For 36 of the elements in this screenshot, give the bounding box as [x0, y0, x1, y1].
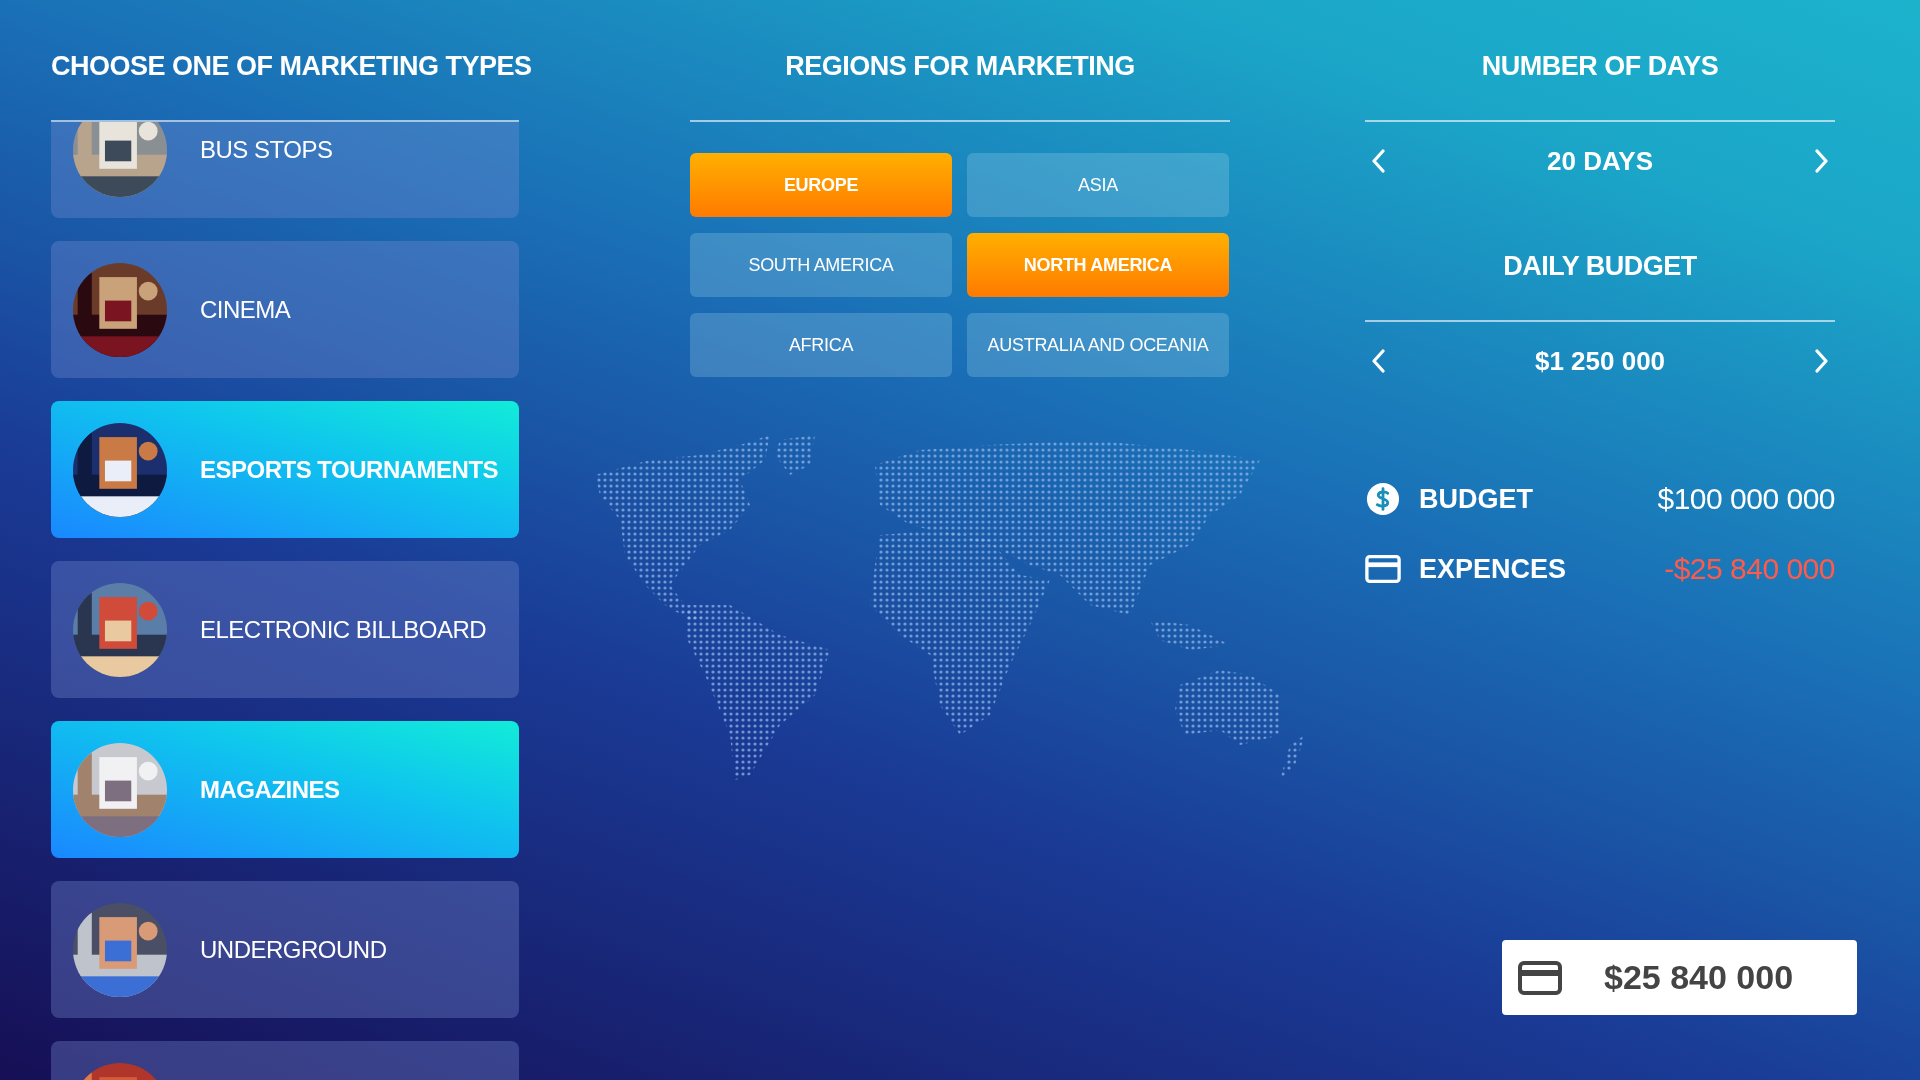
marketing-type-label: BUS STOPS	[200, 135, 333, 164]
section-title: DAILY BUDGET	[1503, 250, 1697, 283]
marketing-type-card[interactable]: MAGAZINES	[51, 721, 519, 858]
section-title: REGIONS FOR MARKETING	[785, 50, 1135, 83]
stepper-value: $1 250 000	[1534, 345, 1666, 377]
summary-label: BUDGET	[1419, 483, 1533, 515]
region-button[interactable]: ASIA	[967, 153, 1229, 217]
marketing-type-card[interactable]: ESPORTS TOURNAMENTS	[51, 401, 519, 538]
section-title: NUMBER OF DAYS	[1481, 50, 1719, 83]
dollar-icon	[1365, 482, 1401, 516]
summary-value: -$25 840 000	[1664, 552, 1835, 586]
region-button[interactable]: SOUTH AMERICA	[690, 233, 952, 297]
marketing-type-card[interactable]: CINEMA	[51, 241, 519, 378]
marketing-type-label: ELECTRONIC BILLBOARD	[200, 615, 487, 644]
next-button[interactable]	[1815, 349, 1829, 373]
region-button[interactable]: NORTH AMERICA	[967, 233, 1229, 297]
previous-button[interactable]	[1371, 149, 1385, 173]
marketing-type-card[interactable]: ELECTRONIC BILLBOARD	[51, 561, 519, 698]
region-button[interactable]: AFRICA	[690, 313, 952, 377]
section-title: CHOOSE ONE OF MARKETING TYPES	[51, 50, 532, 83]
summary-label: EXPENCES	[1419, 553, 1567, 585]
stepper-value: 20 DAYS	[1547, 145, 1653, 177]
marketing-type-card[interactable]: BUS STOPS	[51, 122, 519, 218]
previous-button[interactable]	[1371, 349, 1385, 373]
region-button[interactable]: AUSTRALIA AND OCEANIA	[967, 313, 1229, 377]
total-button[interactable]: $25 840 000	[1502, 940, 1857, 1015]
marketing-type-label: MAGAZINES	[200, 775, 340, 804]
summary-value: $100 000 000	[1657, 482, 1835, 516]
credit-card-icon	[1365, 552, 1401, 586]
marketing-type-label: UNDERGROUND	[200, 935, 387, 964]
marketing-type-label: ESPORTS TOURNAMENTS	[200, 455, 499, 484]
credit-card-icon	[1518, 960, 1562, 995]
marketing-type-label: CINEMA	[200, 295, 291, 324]
region-button[interactable]: EUROPE	[690, 153, 952, 217]
marketing-type-card[interactable]: UNDERGROUND	[51, 881, 519, 1018]
next-button[interactable]	[1815, 149, 1829, 173]
